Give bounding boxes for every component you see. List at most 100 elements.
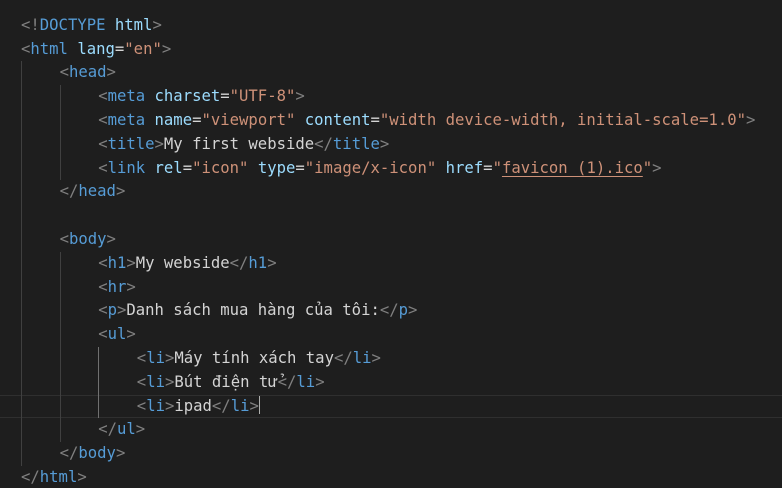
code-token: = [295,158,305,177]
code-token: </ [59,182,79,201]
code-content: <li>Máy tính xách tay</li> [21,349,381,367]
code-token: </ [21,467,40,486]
code-token: > [126,253,136,272]
code-line[interactable] [21,204,782,228]
code-token: "UTF-8" [229,87,296,106]
code-line[interactable]: <meta name="viewport" content="width dev… [21,108,782,133]
code-line[interactable]: </html> [21,466,782,488]
code-content: <hr> [21,278,136,296]
code-content: </html> [21,468,87,486]
code-token: <! [21,15,40,34]
code-content: </ul> [21,420,145,438]
code-token: </ [277,372,297,391]
code-token: href [445,158,484,177]
code-token: </ [59,444,79,463]
code-line[interactable]: <li>Máy tính xách tay</li> [21,346,782,371]
code-token: < [21,39,31,58]
code-token: p [398,301,409,320]
code-line[interactable]: <head> [21,61,782,86]
code-line[interactable]: </head> [21,180,782,205]
code-token: > [379,134,390,153]
code-token: > [126,277,136,296]
code-line[interactable]: <li>ipad</li> [0,394,782,419]
code-token: > [408,301,418,320]
code-token: Máy tính xách tay [174,348,334,367]
code-editor[interactable]: <!DOCTYPE html> <html lang="en"> <head> <me… [0,0,782,488]
code-token: < [98,301,108,320]
code-token: "width device-width, initial-scale=1.0" [379,110,747,129]
code-token: p [107,301,117,320]
code-line[interactable]: <html lang="en"> [21,38,782,62]
code-line[interactable]: <ul> [21,323,782,347]
code-token: html [30,39,68,58]
code-line[interactable]: <meta charset="UTF-8"> [21,85,782,109]
code-token: > [152,15,162,34]
code-token: </ [333,348,353,367]
code-line[interactable]: </ul> [21,418,782,443]
code-token: > [115,444,126,463]
text-cursor [258,395,261,414]
code-token: h1 [248,253,268,272]
code-token: > [126,325,136,344]
code-token: html [114,15,153,34]
code-token: name [154,110,193,129]
code-token: < [98,110,108,129]
code-token: > [116,301,127,320]
code-token: < [136,396,147,415]
code-token: </ [314,134,333,153]
code-token: > [315,372,325,391]
code-token: > [164,348,175,367]
code-line[interactable]: <hr> [21,275,782,300]
code-line[interactable]: <link rel="icon" type="image/x-icon" hre… [21,156,782,181]
code-line[interactable]: <!DOCTYPE html> [21,14,782,38]
code-line[interactable]: <title>My first webside</title> [21,132,782,157]
code-content: <li>Bút điện tử</li> [21,373,325,391]
code-token: ul [116,420,136,439]
code-token: "en" [124,39,162,58]
code-token: li [352,348,372,367]
code-token: </ [229,253,249,272]
code-token: = [114,39,125,58]
code-token: li [146,396,165,415]
code-line[interactable]: </body> [21,442,782,466]
code-token: DOCTYPE [39,15,106,34]
code-line[interactable]: <h1>My webside</h1> [21,251,782,276]
code-token: > [115,182,126,201]
code-content: <h1>My webside</h1> [21,253,276,272]
code-content: <p>Danh sách mua hàng của tôi:</p> [21,301,417,319]
code-token: meta [107,110,146,129]
code-token: "icon" [192,158,249,177]
code-content: <head> [21,63,116,81]
code-content: </body> [21,444,126,463]
code-token: < [98,134,108,153]
code-token: < [98,253,108,272]
code-content: <li>ipad</li> [21,395,261,415]
code-token: title [107,134,155,153]
code-line[interactable]: <p>Danh sách mua hàng của tôi:</p> [21,299,782,324]
code-token: > [746,110,756,129]
code-token: My first webside [163,134,315,153]
code-token: > [77,467,87,486]
code-token: content [304,110,371,129]
code-line[interactable] [21,0,782,14]
code-token: < [98,158,108,177]
code-token: lang [77,39,115,58]
code-token: < [59,229,69,248]
code-line[interactable]: <li>Bút điện tử</li> [21,370,782,395]
code-line[interactable]: <body> [21,227,782,252]
code-token: = [370,110,380,129]
code-token: Danh sách mua hàng của tôi: [126,301,380,320]
code-token: charset [154,87,221,106]
code-token: li [296,372,316,391]
code-token: < [98,325,108,344]
code-token: rel [154,158,183,177]
code-token: "viewport" [201,110,296,129]
code-token: title [332,134,380,153]
code-lines[interactable]: <!DOCTYPE html> <html lang="en"> <head> <me… [21,0,782,488]
code-token: " [492,158,502,177]
code-token: > [164,396,175,415]
